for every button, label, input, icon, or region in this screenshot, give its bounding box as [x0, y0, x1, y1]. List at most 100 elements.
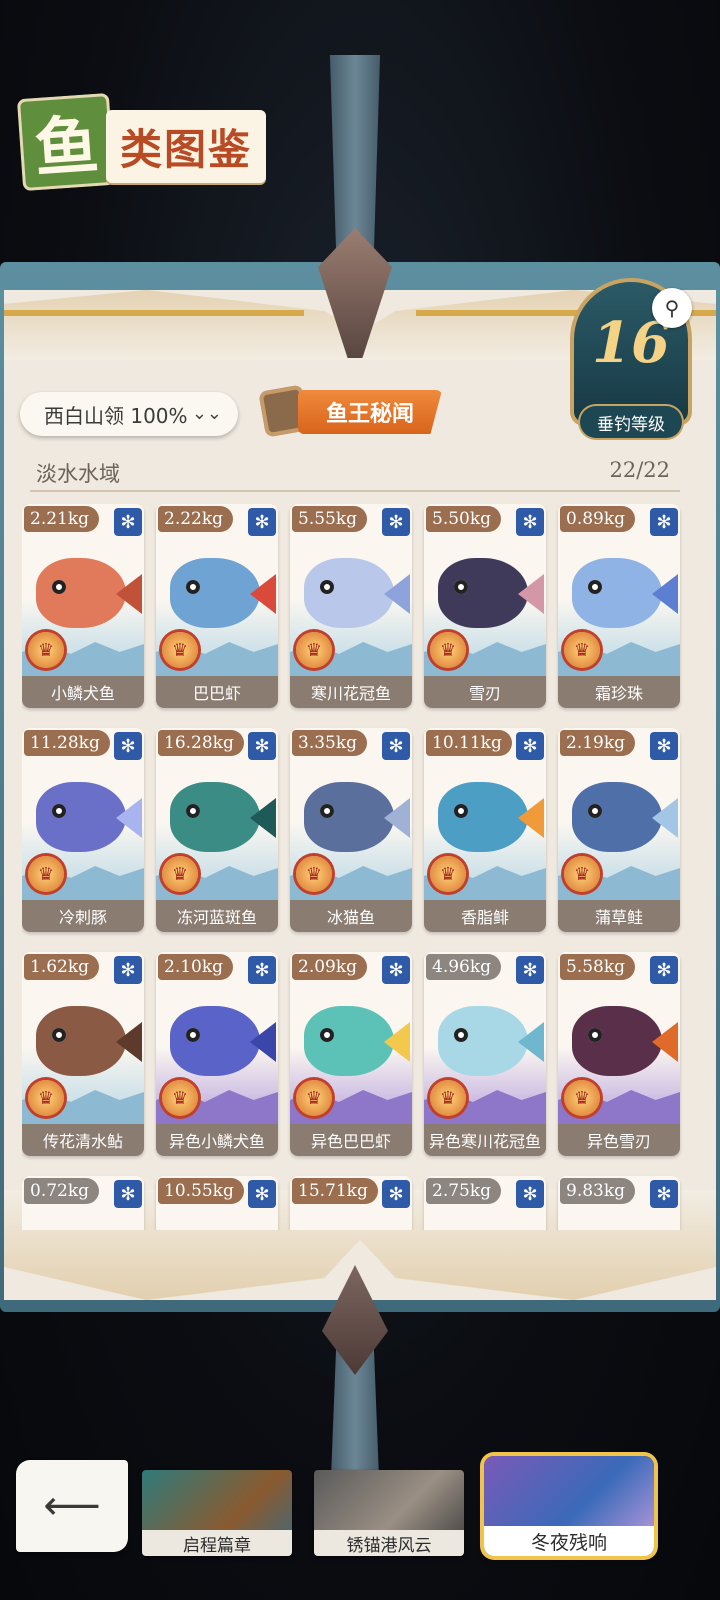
snowflake-icon: ✻	[650, 732, 678, 760]
fish-eye	[186, 580, 200, 594]
fish-card[interactable]: 2.10kg ✻ ♛ 异色小鳞犬鱼	[156, 952, 278, 1156]
fish-card[interactable]: 2.22kg ✻ ♛ 巴巴虾	[156, 504, 278, 708]
fish-eye	[52, 580, 66, 594]
fish-card[interactable]: 0.89kg ✻ ♛ 霜珍珠	[558, 504, 680, 708]
fish-illustration	[36, 558, 126, 628]
fish-card[interactable]: 9.83kg✻♛	[558, 1176, 680, 1230]
fish-weight: 4.96kg	[426, 954, 502, 980]
fish-card[interactable]: 2.21kg ✻ ♛ 小鳞犬鱼	[22, 504, 144, 708]
crown-icon: ♛	[296, 632, 332, 668]
fish-eye	[320, 1028, 334, 1042]
fish-name: 传花清水鲇	[22, 1124, 144, 1156]
back-button[interactable]: ⟵	[16, 1460, 128, 1552]
fish-name: 雪刃	[424, 676, 546, 708]
snowflake-icon: ✻	[248, 1180, 276, 1208]
chapter-label: 锈锚港风云	[314, 1530, 464, 1556]
chapter-label: 启程篇章	[142, 1530, 292, 1556]
fish-card[interactable]: 5.50kg ✻ ♛ 雪刃	[424, 504, 546, 708]
crown-icon: ♛	[564, 632, 600, 668]
fish-eye	[186, 804, 200, 818]
fish-name: 异色寒川花冠鱼	[424, 1124, 546, 1156]
fish-card[interactable]: 5.55kg ✻ ♛ 寒川花冠鱼	[290, 504, 412, 708]
fish-card[interactable]: 2.19kg ✻ ♛ 蒲草鲑	[558, 728, 680, 932]
snowflake-icon: ✻	[248, 508, 276, 536]
fish-eye	[186, 1028, 200, 1042]
fish-card[interactable]: 16.28kg ✻ ♛ 冻河蓝斑鱼	[156, 728, 278, 932]
fish-card[interactable]: 2.75kg✻♛	[424, 1176, 546, 1230]
fish-illustration	[438, 1006, 528, 1076]
snowflake-icon: ✻	[516, 508, 544, 536]
fish-card[interactable]: 5.58kg ✻ ♛ 异色雪刃	[558, 952, 680, 1156]
fish-grid: 2.21kg ✻ ♛ 小鳞犬鱼 2.22kg ✻ ♛ 巴巴虾 5.55kg ✻ ♛ 寒川花冠鱼 5.50…	[22, 504, 692, 1230]
fish-eye	[52, 804, 66, 818]
fish-name: 冰猫鱼	[290, 900, 412, 932]
snowflake-icon: ✻	[114, 508, 142, 536]
fish-king-secrets-button[interactable]: 鱼王秘闻	[258, 384, 442, 438]
crown-icon: ♛	[162, 1080, 198, 1116]
snowflake-icon: ✻	[516, 732, 544, 760]
chapter-tab-3[interactable]: 冬夜残响	[484, 1456, 654, 1556]
fish-card[interactable]: 10.11kg ✻ ♛ 香脂鲱	[424, 728, 546, 932]
fish-name: 异色雪刃	[558, 1124, 680, 1156]
fish-weight: 2.22kg	[158, 506, 234, 532]
fish-eye	[454, 580, 468, 594]
fish-weight: 0.89kg	[560, 506, 636, 532]
fish-illustration	[36, 1006, 126, 1076]
fish-card[interactable]: 11.28kg ✻ ♛ 冷刺豚	[22, 728, 144, 932]
fish-eye	[588, 1028, 602, 1042]
fish-name: 冷刺豚	[22, 900, 144, 932]
fish-weight: 5.55kg	[292, 506, 368, 532]
crown-icon: ♛	[430, 632, 466, 668]
fish-illustration	[304, 782, 394, 852]
fish-name: 异色小鳞犬鱼	[156, 1124, 278, 1156]
fish-name: 巴巴虾	[156, 676, 278, 708]
fish-card[interactable]: 10.55kg✻♛	[156, 1176, 278, 1230]
fish-grid-viewport[interactable]: 2.21kg ✻ ♛ 小鳞犬鱼 2.22kg ✻ ♛ 巴巴虾 5.55kg ✻ ♛ 寒川花冠鱼 5.50…	[22, 504, 692, 1230]
fish-card[interactable]: 4.96kg ✻ ♛ 异色寒川花冠鱼	[424, 952, 546, 1156]
fish-weight: 2.10kg	[158, 954, 234, 980]
crown-icon: ♛	[28, 632, 64, 668]
crown-icon: ♛	[564, 856, 600, 892]
fish-illustration	[304, 558, 394, 628]
fish-eye	[52, 1028, 66, 1042]
chapter-tab-1[interactable]: 启程篇章	[142, 1470, 292, 1556]
fish-name: 异色巴巴虾	[290, 1124, 412, 1156]
fish-illustration	[572, 1006, 662, 1076]
fish-weight: 16.28kg	[158, 730, 244, 756]
fish-weight: 3.35kg	[292, 730, 368, 756]
chapter-tab-2[interactable]: 锈锚港风云	[314, 1470, 464, 1556]
fish-illustration	[572, 782, 662, 852]
fish-eye	[320, 804, 334, 818]
snowflake-icon: ✻	[516, 1180, 544, 1208]
fish-weight: 1.62kg	[24, 954, 100, 980]
fish-name: 蒲草鲑	[558, 900, 680, 932]
snowflake-icon: ✻	[650, 1180, 678, 1208]
fish-card[interactable]: 2.09kg ✻ ♛ 异色巴巴虾	[290, 952, 412, 1156]
fish-weight: 5.58kg	[560, 954, 636, 980]
fish-weight: 0.72kg	[24, 1178, 100, 1204]
search-button[interactable]: ⚲	[652, 288, 692, 328]
fish-card[interactable]: 0.72kg✻♛	[22, 1176, 144, 1230]
fish-eye	[454, 804, 468, 818]
fish-illustration	[170, 558, 260, 628]
region-selector[interactable]: 西白山领 100% ⌄⌄	[20, 392, 238, 436]
fish-card[interactable]: 1.62kg ✻ ♛ 传花清水鲇	[22, 952, 144, 1156]
fish-weight: 5.50kg	[426, 506, 502, 532]
snowflake-icon: ✻	[382, 1180, 410, 1208]
fish-eye	[588, 580, 602, 594]
fish-name: 小鳞犬鱼	[22, 676, 144, 708]
fish-name: 寒川花冠鱼	[290, 676, 412, 708]
fish-illustration	[304, 1006, 394, 1076]
fishing-level-label: 垂钓等级	[580, 406, 682, 438]
snowflake-icon: ✻	[248, 956, 276, 984]
fish-weight: 9.83kg	[560, 1178, 636, 1204]
fish-king-secrets-label: 鱼王秘闻	[298, 390, 442, 434]
fish-weight: 2.75kg	[426, 1178, 502, 1204]
logo-fish-char-box: 鱼	[16, 92, 116, 192]
crown-icon: ♛	[28, 856, 64, 892]
crown-icon: ♛	[28, 1080, 64, 1116]
fish-illustration	[438, 558, 528, 628]
fish-illustration	[170, 782, 260, 852]
fish-card[interactable]: 15.71kg✻♛	[290, 1176, 412, 1230]
fish-card[interactable]: 3.35kg ✻ ♛ 冰猫鱼	[290, 728, 412, 932]
